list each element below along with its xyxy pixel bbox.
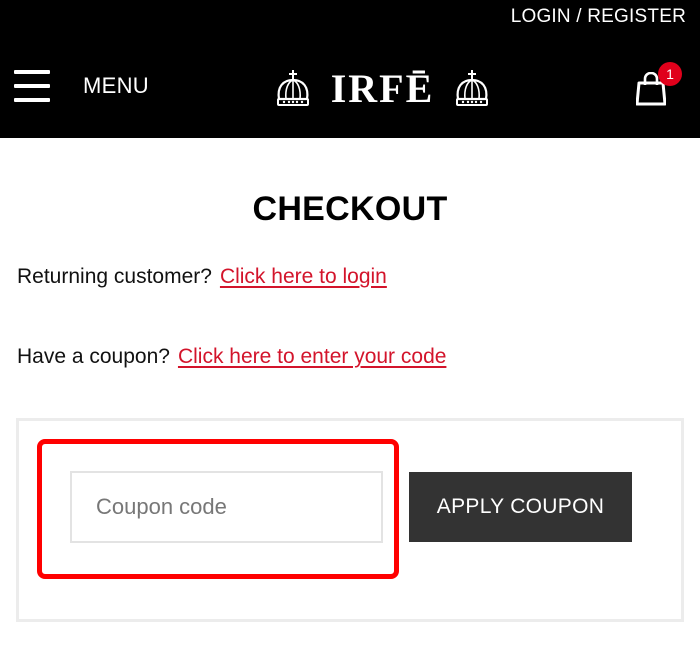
hamburger-icon[interactable]: [14, 70, 50, 102]
crown-icon: [277, 70, 309, 106]
login-register-link[interactable]: LOGIN / REGISTER: [511, 6, 686, 28]
site-header: LOGIN / REGISTER MENU IRFĒ 1: [0, 0, 700, 138]
enter-coupon-link[interactable]: Click here to enter your code: [178, 345, 446, 368]
coupon-prompt-text: Have a coupon?: [17, 345, 170, 368]
apply-coupon-button[interactable]: APPLY COUPON: [409, 472, 632, 542]
coupon-code-input[interactable]: [70, 471, 383, 543]
cart-count-badge: 1: [658, 62, 682, 86]
menu-button[interactable]: MENU: [14, 70, 149, 102]
returning-customer-notice: Returning customer? Click here to login: [17, 265, 387, 289]
coupon-notice: Have a coupon? Click here to enter your c…: [17, 345, 446, 369]
cart-button[interactable]: 1: [636, 62, 684, 112]
returning-customer-text: Returning customer?: [17, 265, 212, 288]
site-logo[interactable]: IRFĒ: [275, 66, 490, 112]
login-link[interactable]: Click here to login: [220, 265, 387, 288]
logo-text[interactable]: IRFĒ: [331, 69, 435, 109]
page-title: CHECKOUT: [252, 190, 448, 228]
menu-label[interactable]: MENU: [83, 73, 149, 99]
crown-icon: [455, 70, 488, 106]
